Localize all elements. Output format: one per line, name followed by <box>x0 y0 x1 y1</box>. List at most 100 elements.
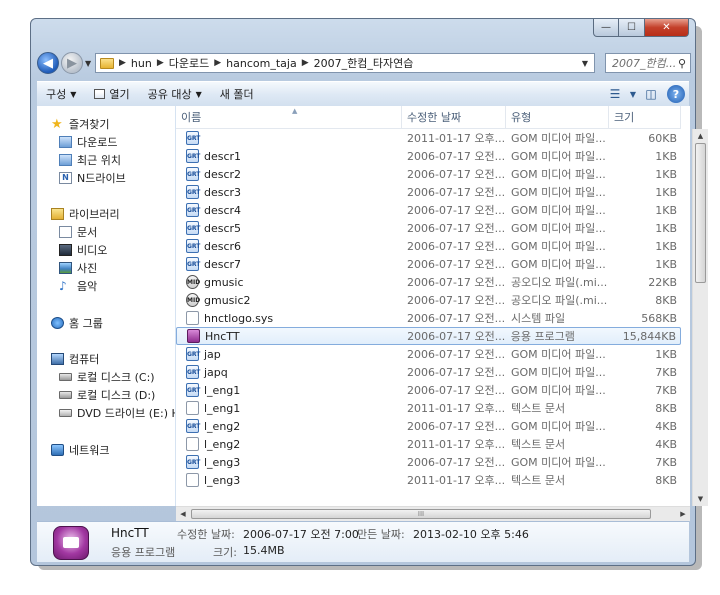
network-icon <box>51 444 64 456</box>
chevron-right-icon[interactable]: ▶ <box>157 58 164 68</box>
gom-media-file-icon: GRT <box>186 383 200 397</box>
nav-disk-c[interactable]: 로컬 디스크 (C:) <box>59 369 155 385</box>
gom-media-file-icon: GRT <box>186 257 200 271</box>
view-options-icon[interactable]: ☰ <box>603 84 627 104</box>
breadcrumb-downloads[interactable]: 다운로드 <box>169 55 209 71</box>
file-name-cell: l_eng1 <box>176 401 402 415</box>
file-row[interactable]: MID gmusic 2006-07-17 오전... 공오디오 파일(.mi... 2… <box>176 273 681 291</box>
organize-button[interactable]: 구성 ▼ <box>37 86 85 102</box>
nav-dvd[interactable]: DVD 드라이브 (E:) H <box>59 405 175 421</box>
file-row[interactable]: GRT l_eng1 2006-07-17 오전... GOM 미디어 파일... 7K… <box>176 381 681 399</box>
file-size-cell: 1KB <box>655 257 677 271</box>
scroll-right-icon[interactable]: ▶ <box>676 507 690 521</box>
nav-disk-d[interactable]: 로컬 디스크 (D:) <box>59 387 155 403</box>
horizontal-scroll-thumb[interactable]: III <box>191 509 651 519</box>
minimize-button[interactable]: — <box>593 19 619 37</box>
search-icon[interactable]: ⚲ <box>678 57 686 70</box>
breadcrumb-hun[interactable]: hun <box>131 57 152 70</box>
file-modified-cell: 2006-07-17 오전... <box>407 420 506 433</box>
file-row[interactable]: GRT l_eng3 2006-07-17 오전... GOM 미디어 파일... 7K… <box>176 453 681 471</box>
file-modified-cell: 2006-07-17 오전... <box>407 294 506 307</box>
breadcrumb-hancom-taja[interactable]: hancom_taja <box>226 57 297 70</box>
close-button[interactable]: ✕ <box>645 19 689 37</box>
nav-music[interactable]: ♪ 음악 <box>59 278 97 294</box>
column-header-name[interactable]: 이름 <box>176 106 402 128</box>
nav-computer[interactable]: 컴퓨터 <box>51 351 99 367</box>
file-row[interactable]: GRT descr6 2006-07-17 오전... GOM 미디어 파일... 1K… <box>176 237 681 255</box>
nav-homegroup[interactable]: 홈 그룹 <box>51 315 103 331</box>
details-created-label: 만든 날짜: <box>357 528 405 541</box>
file-row[interactable]: GRT 2011-01-17 오후... GOM 미디어 파일... 60KB <box>176 129 681 147</box>
share-button[interactable]: 공유 대상 ▼ <box>139 86 211 102</box>
scroll-down-icon[interactable]: ▼ <box>693 492 708 506</box>
nav-network[interactable]: 네트워크 <box>51 442 109 458</box>
forward-button[interactable]: ▶ <box>61 52 83 74</box>
scroll-up-icon[interactable]: ▲ <box>693 129 708 143</box>
file-row[interactable]: GRT descr2 2006-07-17 오전... GOM 미디어 파일... 1K… <box>176 165 681 183</box>
file-row[interactable]: l_eng1 2011-01-17 오후... 텍스트 문서 8KB <box>176 399 681 417</box>
nav-label: 음악 <box>77 280 98 293</box>
file-row[interactable]: GRT japq 2006-07-17 오전... GOM 미디어 파일... 7KB <box>176 363 681 381</box>
vertical-scroll-thumb[interactable] <box>695 143 706 283</box>
nav-label: N드라이브 <box>77 172 126 185</box>
nav-favorites[interactable]: ★ 즐겨찾기 <box>51 116 109 132</box>
file-row[interactable]: GRT descr1 2006-07-17 오전... GOM 미디어 파일... 1K… <box>176 147 681 165</box>
file-row[interactable]: HncTT 2006-07-17 오전... 응용 프로그램 15,844KB <box>176 327 681 345</box>
file-name-cell: GRT descr3 <box>176 185 402 199</box>
file-type-cell: GOM 미디어 파일... <box>511 384 606 397</box>
preview-pane-icon[interactable]: ◫ <box>639 84 663 104</box>
column-header-modified[interactable]: 수정한 날짜 <box>402 106 506 128</box>
column-headers: 이름 수정한 날짜 유형 크기 <box>176 106 681 129</box>
nav-pictures[interactable]: 사진 <box>59 260 97 276</box>
nav-downloads[interactable]: 다운로드 <box>59 134 117 150</box>
file-row[interactable]: GRT descr4 2006-07-17 오전... GOM 미디어 파일... 1K… <box>176 201 681 219</box>
new-folder-button[interactable]: 새 폴더 <box>211 86 263 102</box>
file-row[interactable]: GRT descr3 2006-07-17 오전... GOM 미디어 파일... 1K… <box>176 183 681 201</box>
file-row[interactable]: GRT descr7 2006-07-17 오전... GOM 미디어 파일... 1K… <box>176 255 681 273</box>
nav-ndrive[interactable]: N N드라이브 <box>59 170 126 186</box>
file-row[interactable]: MID gmusic2 2006-07-17 오전... 공오디오 파일(.mi...… <box>176 291 681 309</box>
back-button[interactable]: ◀ <box>37 52 59 74</box>
nav-documents[interactable]: 문서 <box>59 224 97 240</box>
breadcrumb-current[interactable]: 2007_한컴_타자연습 <box>314 55 414 71</box>
nav-libraries[interactable]: 라이브러리 <box>51 206 120 222</box>
midi-file-icon: MID <box>186 275 200 289</box>
scroll-left-icon[interactable]: ◀ <box>176 507 190 521</box>
column-header-size[interactable]: 크기 <box>609 106 681 128</box>
file-row[interactable]: GRT descr5 2006-07-17 오전... GOM 미디어 파일... 1K… <box>176 219 681 237</box>
file-row[interactable]: l_eng2 2011-01-17 오후... 텍스트 문서 4KB <box>176 435 681 453</box>
search-input[interactable]: 2007_한컴... ⚲ <box>605 53 691 73</box>
horizontal-scrollbar[interactable]: ◀ III ▶ <box>176 506 690 521</box>
address-bar[interactable]: ▶ hun ▶ 다운로드 ▶ hancom_taja ▶ 2007_한컴_타자연… <box>95 53 595 73</box>
file-row[interactable]: hnctlogo.sys 2006-07-17 오전... 시스템 파일 568KB <box>176 309 681 327</box>
chevron-right-icon[interactable]: ▶ <box>214 58 221 68</box>
gom-media-file-icon: GRT <box>186 131 200 145</box>
arrow-left-icon: ◀ <box>43 55 53 71</box>
address-dropdown-icon[interactable]: ▼ <box>576 59 594 68</box>
help-icon[interactable]: ? <box>667 85 685 103</box>
open-button[interactable]: 열기 <box>85 86 138 102</box>
file-row[interactable]: GRT jap 2006-07-17 오전... GOM 미디어 파일... 1KB <box>176 345 681 363</box>
file-row[interactable]: GRT l_eng2 2006-07-17 오전... GOM 미디어 파일... 4K… <box>176 417 681 435</box>
file-modified-cell: 2006-07-17 오전... <box>407 150 506 163</box>
view-dropdown-icon[interactable]: ▼ <box>627 84 639 104</box>
chevron-right-icon[interactable]: ▶ <box>119 58 126 68</box>
sort-ascending-icon: ▲ <box>292 107 298 115</box>
nav-recent[interactable]: 최근 위치 <box>59 152 121 168</box>
chevron-right-icon[interactable]: ▶ <box>302 58 309 68</box>
file-name-cell: GRT <box>176 131 402 145</box>
vertical-scrollbar[interactable]: ▲ ▼ <box>692 129 708 506</box>
file-row[interactable]: l_eng3 2011-01-17 오후... 텍스트 문서 8KB <box>176 471 681 489</box>
file-type-cell: 응용 프로그램 <box>510 330 575 343</box>
recent-pages-dropdown[interactable]: ▼ <box>85 59 91 68</box>
column-header-type[interactable]: 유형 <box>506 106 609 128</box>
file-name-cell: MID gmusic2 <box>176 293 402 307</box>
file-modified-cell: 2006-07-17 오전... <box>407 276 506 289</box>
file-name-cell: GRT jap <box>176 347 402 361</box>
caption-buttons: — ☐ ✕ <box>593 19 689 37</box>
file-name: HncTT <box>205 329 240 343</box>
nav-videos[interactable]: 비디오 <box>59 242 107 258</box>
file-name: hnctlogo.sys <box>204 311 274 325</box>
file-modified-cell: 2006-07-17 오전... <box>407 186 506 199</box>
maximize-button[interactable]: ☐ <box>619 19 645 37</box>
